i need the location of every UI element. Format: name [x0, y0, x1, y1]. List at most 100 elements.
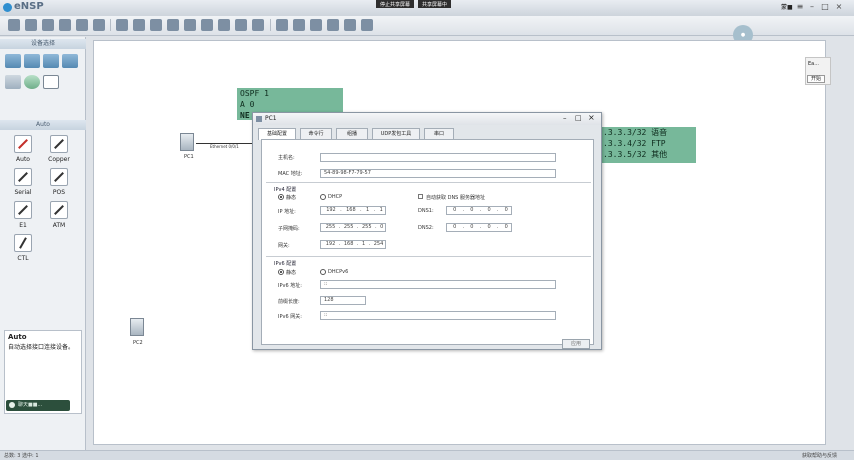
dhcpv6-radio[interactable] — [320, 269, 326, 275]
mac-label: MAC 地址: — [278, 171, 303, 177]
user-menu[interactable]: 蒙■ — [781, 2, 793, 11]
pc2-device-icon[interactable] — [130, 318, 144, 336]
firewall-device-icon[interactable] — [62, 54, 78, 68]
new-file-icon[interactable] — [8, 19, 20, 31]
cable-label: Copper — [48, 156, 70, 163]
capture-icon[interactable] — [310, 19, 322, 31]
cable-device-icon[interactable] — [43, 75, 59, 89]
maximize-icon[interactable]: □ — [820, 2, 830, 12]
dns1-field[interactable]: 0.0.0.0 — [446, 206, 512, 215]
pc1-device-icon[interactable] — [180, 133, 194, 151]
ipv6-title: IPv6 配置 — [274, 261, 297, 267]
stop-device-icon[interactable] — [293, 19, 305, 31]
minimize-icon[interactable]: – — [807, 2, 817, 12]
undo-icon[interactable] — [116, 19, 128, 31]
ipv6-field[interactable]: :: — [320, 280, 556, 289]
apply-button[interactable]: 应用 — [562, 339, 590, 349]
ctl-cable-icon — [14, 234, 32, 252]
tab-udp[interactable]: UDP发包工具 — [372, 128, 420, 139]
port-label: Ethernet 0/0/1 — [210, 144, 239, 149]
rectangle-icon[interactable] — [235, 19, 247, 31]
tab-serial[interactable]: 串口 — [424, 128, 454, 139]
switch-device-icon[interactable] — [24, 54, 40, 68]
topology-icon[interactable] — [327, 19, 339, 31]
title-bar: eNSP 停止共享屏幕 共享屏幕中 蒙■ ≡ – □ × — [0, 0, 854, 16]
octet: 255 — [325, 224, 336, 230]
stop-share-button[interactable]: 停止共享屏幕 — [376, 0, 415, 8]
maximize-icon[interactable]: □ — [575, 114, 582, 122]
sharing-indicator[interactable]: 共享屏幕中 — [418, 0, 452, 8]
delete-all-icon[interactable] — [201, 19, 213, 31]
gateway-label: 网关: — [278, 243, 290, 249]
prefix-field[interactable]: 128 — [320, 296, 366, 305]
note-line: OSPF 1 — [240, 89, 269, 98]
cloud-device-icon[interactable] — [24, 75, 40, 89]
octet: 254 — [373, 241, 384, 247]
pos-cable-icon — [50, 168, 68, 186]
close-icon[interactable]: × — [588, 113, 595, 122]
octet: 0 — [504, 207, 508, 213]
move-icon[interactable] — [167, 19, 179, 31]
octet: 255 — [343, 224, 354, 230]
octet: 0 — [470, 207, 474, 213]
gear-icon[interactable] — [344, 19, 356, 31]
static6-radio[interactable] — [278, 269, 284, 275]
save-as-icon[interactable] — [76, 19, 88, 31]
dns2-label: DNS2: — [418, 225, 434, 231]
dns1-label: DNS1: — [418, 208, 434, 214]
chat-icon — [9, 402, 15, 408]
divider — [266, 182, 591, 183]
wlan-device-icon[interactable] — [43, 54, 59, 68]
note-line: .3.3.3/32 语音 — [603, 128, 668, 137]
app-title: eNSP — [14, 1, 44, 12]
start-device-icon[interactable] — [276, 19, 288, 31]
toolbar: ● — [0, 16, 854, 45]
octet: 0 — [380, 224, 384, 230]
copper-cable-icon — [50, 135, 68, 153]
help-icon[interactable] — [361, 19, 373, 31]
note-routes[interactable]: .3.3.3/32 语音 .3.3.4/32 FTP .3.3.5/32 其他 — [600, 127, 696, 163]
serial-cable-icon — [14, 168, 32, 186]
dns2-field[interactable]: 0.0.0.0 — [446, 223, 512, 232]
pc-device-icon[interactable] — [5, 75, 21, 89]
octet: 168 — [346, 207, 356, 213]
octet: 1 — [379, 207, 383, 213]
minimize-icon[interactable]: – — [563, 114, 567, 122]
octet: 192 — [326, 207, 336, 213]
octet: 0 — [487, 224, 491, 230]
tab-cli[interactable]: 命令行 — [300, 128, 332, 139]
hostname-field[interactable] — [320, 153, 556, 162]
close-icon[interactable]: × — [834, 2, 844, 12]
redo-icon[interactable] — [133, 19, 145, 31]
save-icon[interactable] — [59, 19, 71, 31]
auto-dns-checkbox[interactable] — [418, 194, 423, 199]
chat-button[interactable]: 聊天■■... — [6, 400, 70, 411]
delete-icon[interactable] — [184, 19, 196, 31]
octet: 1 — [361, 241, 366, 247]
gw6-field[interactable]: :: — [320, 311, 556, 320]
dhcp-label: DHCP — [328, 194, 343, 200]
router-device-icon[interactable] — [5, 54, 21, 68]
menu-icon[interactable]: ≡ — [795, 2, 805, 12]
cable-ctl[interactable]: CTL — [0, 234, 46, 274]
dhcp-radio[interactable] — [320, 194, 326, 200]
new-topology-icon[interactable] — [25, 19, 37, 31]
ip-field[interactable]: 192. 168. 1. 1 — [320, 206, 386, 215]
text-icon[interactable] — [218, 19, 230, 31]
octet: 0 — [470, 224, 474, 230]
gateway-field[interactable]: 192. 168. 1. 254 — [320, 240, 386, 249]
octet: 0 — [453, 224, 457, 230]
tab-multicast[interactable]: 组播 — [336, 128, 368, 139]
static-radio[interactable] — [278, 194, 284, 200]
select-icon[interactable] — [150, 19, 162, 31]
print-icon[interactable] — [93, 19, 105, 31]
palette-icon[interactable] — [252, 19, 264, 31]
divider — [266, 256, 591, 257]
ipv6-label: IPv6 地址: — [278, 283, 302, 289]
cable-label: CTL — [17, 255, 29, 262]
help-feedback-link[interactable]: 获取帮助与反馈 — [802, 452, 837, 459]
mask-field[interactable]: 255. 255. 255. 0 — [320, 223, 386, 232]
open-icon[interactable] — [42, 19, 54, 31]
auto-dns-label: 自动获取 DNS 服务器地址 — [426, 195, 485, 201]
start-button[interactable]: 开始 — [807, 75, 825, 83]
